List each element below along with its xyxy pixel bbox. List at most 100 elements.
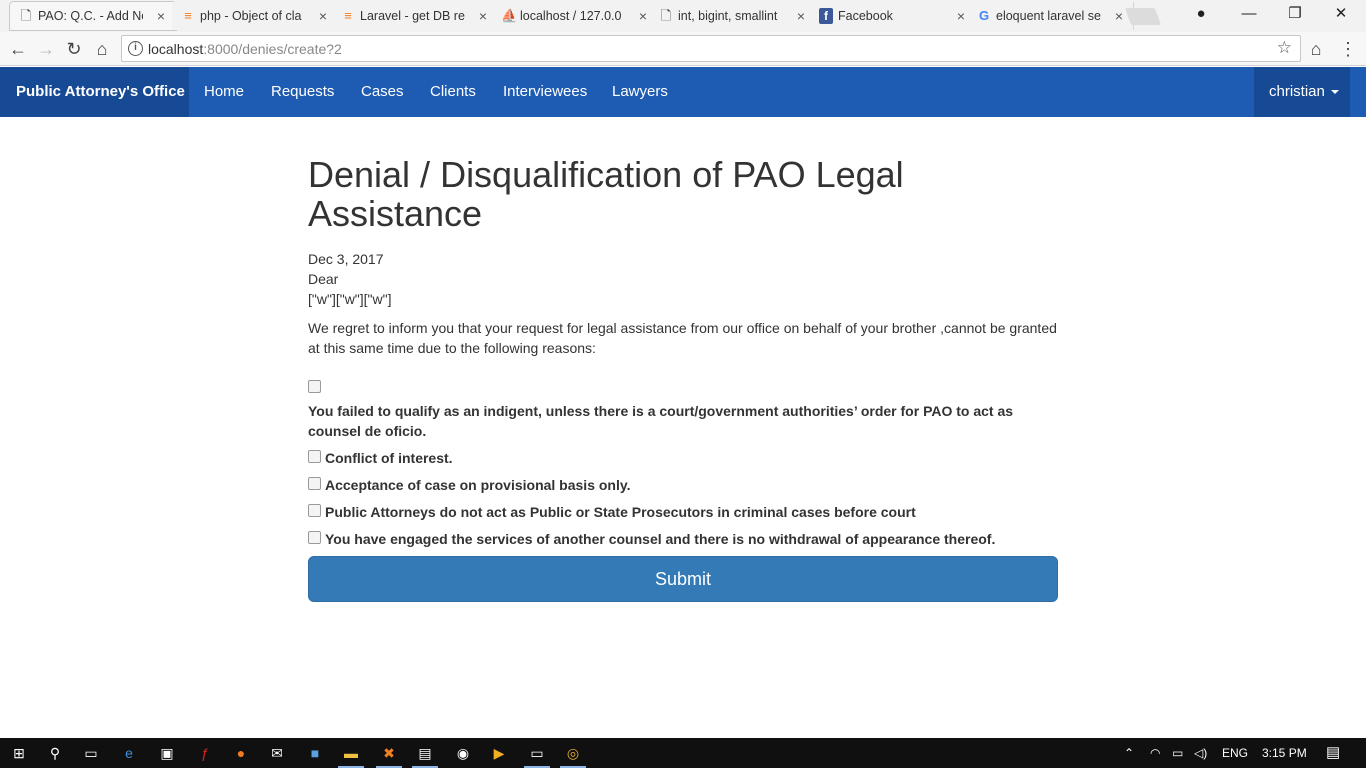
task-view-icon[interactable]: ▭ [80, 743, 102, 763]
denial-form: Denial / Disqualification of PAO Legal A… [308, 155, 1058, 602]
submit-button[interactable]: Submit [308, 556, 1058, 602]
mail-icon[interactable]: ✉ [266, 743, 288, 763]
bookmark-star-icon[interactable]: ☆ [1277, 38, 1292, 58]
browser-tab[interactable]: 🗋 PAO: Q.C. - Add Ne × [10, 2, 176, 30]
nav-link-lawyers[interactable]: Lawyers [612, 67, 668, 117]
file-explorer-icon[interactable]: ▬ [340, 743, 362, 763]
reload-icon[interactable]: ↻ [62, 37, 86, 61]
chrome-icon[interactable]: ◎ [562, 743, 584, 763]
browser-tab[interactable]: f Facebook × [810, 2, 976, 30]
close-icon[interactable]: × [797, 8, 805, 24]
phpmyadmin-icon: ⛵ [501, 8, 518, 23]
volume-icon[interactable]: ◁) [1194, 738, 1207, 768]
url-text[interactable]: localhost:8000/denies/create?2 [148, 41, 342, 57]
reason-checkbox[interactable] [308, 504, 321, 517]
close-icon[interactable]: × [157, 8, 165, 24]
language-indicator[interactable]: ENG [1222, 738, 1248, 768]
reasons-list: You failed to qualify as an indigent, un… [308, 380, 1058, 549]
stackoverflow-icon: ≡ [344, 8, 352, 23]
user-dropdown[interactable]: christian [1254, 67, 1350, 117]
tab-title: eloquent laravel se [996, 9, 1101, 23]
reason-label: Conflict of interest. [325, 450, 453, 466]
url-host: localhost [148, 41, 204, 57]
reason-checkbox[interactable] [308, 380, 321, 393]
cmd-icon[interactable]: ▭ [526, 743, 548, 763]
restore-icon[interactable]: ❐ [1272, 0, 1318, 30]
tab-title: Facebook [838, 9, 893, 23]
search-icon[interactable]: ⚲ [44, 743, 66, 763]
reason-checkbox[interactable] [308, 531, 321, 544]
window-close-icon[interactable]: ✕ [1318, 0, 1364, 30]
nav-link-cases[interactable]: Cases [361, 67, 404, 117]
reason-item: Conflict of interest. [308, 448, 1058, 468]
info-icon[interactable]: i [128, 41, 143, 56]
browser-tab[interactable]: G eloquent laravel se × [968, 2, 1134, 30]
browser-toolbar: ← → ↻ ⌂ i localhost:8000/denies/create?2… [0, 32, 1366, 66]
browser-tab[interactable]: ≡ Laravel - get DB re × [332, 2, 498, 30]
close-icon[interactable]: × [319, 8, 327, 24]
address-bar[interactable]: i localhost:8000/denies/create?2 ☆ [121, 35, 1301, 62]
close-icon[interactable]: × [1115, 8, 1123, 24]
browser-tab[interactable]: 🗋 int, bigint, smallint × [650, 2, 816, 30]
reason-checkbox[interactable] [308, 450, 321, 463]
site-navbar: Public Attorney's Office Home Requests C… [0, 67, 1366, 117]
reason-label: You failed to qualify as an indigent, un… [308, 403, 1014, 439]
app-icon[interactable]: ■ [304, 743, 326, 763]
google-icon: G [978, 8, 990, 23]
new-tab-button[interactable] [1124, 8, 1162, 25]
letter-recipient: ["w"]["w"]["w"] [308, 291, 392, 307]
brand-link[interactable]: Public Attorney's Office [0, 67, 189, 117]
nav-link-requests[interactable]: Requests [271, 67, 334, 117]
home-icon[interactable]: ⌂ [1304, 37, 1328, 61]
tray-chevron-icon[interactable]: ⌃ [1124, 738, 1134, 768]
xampp-icon[interactable]: ✖ [378, 743, 400, 763]
reason-label: Acceptance of case on provisional basis … [325, 477, 631, 493]
browser-tab[interactable]: ≡ php - Object of cla × [172, 2, 338, 30]
tab-title: Laravel - get DB re [360, 9, 465, 23]
letter-salutation: Dear [308, 271, 339, 287]
back-icon[interactable]: ← [6, 37, 30, 61]
firefox-icon[interactable]: ● [230, 743, 252, 763]
page-icon: 🗋 [660, 8, 672, 23]
notifications-icon[interactable]: ▤ [1326, 738, 1340, 768]
page-title: Denial / Disqualification of PAO Legal A… [308, 154, 904, 234]
stackoverflow-icon: ≡ [184, 8, 192, 23]
reason-item: Acceptance of case on provisional basis … [308, 475, 1058, 495]
page-icon: 🗋 [20, 8, 32, 23]
home-icon[interactable]: ⌂ [90, 37, 114, 61]
clock[interactable]: 3:15 PM [1262, 738, 1307, 768]
reason-item: You failed to qualify as an indigent, un… [308, 380, 1058, 441]
terminal-icon[interactable]: ▤ [414, 743, 436, 763]
browser-tabstrip: 🗋 PAO: Q.C. - Add Ne × ≡ php - Object of… [0, 0, 1366, 32]
battery-icon[interactable]: ▭ [1172, 738, 1183, 768]
wifi-icon[interactable]: ◠ [1150, 738, 1160, 768]
close-icon[interactable]: × [639, 8, 647, 24]
profile-icon[interactable]: ● [1178, 0, 1224, 30]
nav-link-home[interactable]: Home [204, 67, 244, 117]
caret-down-icon [1330, 90, 1339, 95]
close-icon[interactable]: × [957, 8, 965, 24]
nav-link-clients[interactable]: Clients [430, 67, 476, 117]
flash-icon[interactable]: ƒ [194, 743, 216, 763]
tab-title: php - Object of cla [200, 9, 302, 23]
tab-title: PAO: Q.C. - Add Ne [38, 9, 143, 23]
reason-item: Public Attorneys do not act as Public or… [308, 502, 1058, 522]
minimize-icon[interactable]: — [1226, 0, 1272, 30]
steam-icon[interactable]: ◉ [452, 743, 474, 763]
store-icon[interactable]: ▣ [156, 743, 178, 763]
tab-title: localhost / 127.0.0 [520, 9, 622, 23]
media-player-icon[interactable]: ▶ [488, 743, 510, 763]
menu-icon[interactable]: ⋮ [1336, 37, 1360, 61]
letter-intro: We regret to inform you that your reques… [308, 320, 1057, 356]
tab-title: int, bigint, smallint [678, 9, 778, 23]
reason-checkbox[interactable] [308, 477, 321, 490]
windows-start-icon[interactable]: ⊞ [8, 743, 30, 763]
reason-item: You have engaged the services of another… [308, 529, 1058, 549]
edge-icon[interactable]: e [118, 743, 140, 763]
forward-icon[interactable]: → [34, 37, 58, 61]
browser-tab[interactable]: ⛵ localhost / 127.0.0 × [492, 2, 658, 30]
close-icon[interactable]: × [479, 8, 487, 24]
user-name: christian [1269, 83, 1325, 100]
letter-date: Dec 3, 2017 [308, 251, 384, 267]
nav-link-interviewees[interactable]: Interviewees [503, 67, 587, 117]
